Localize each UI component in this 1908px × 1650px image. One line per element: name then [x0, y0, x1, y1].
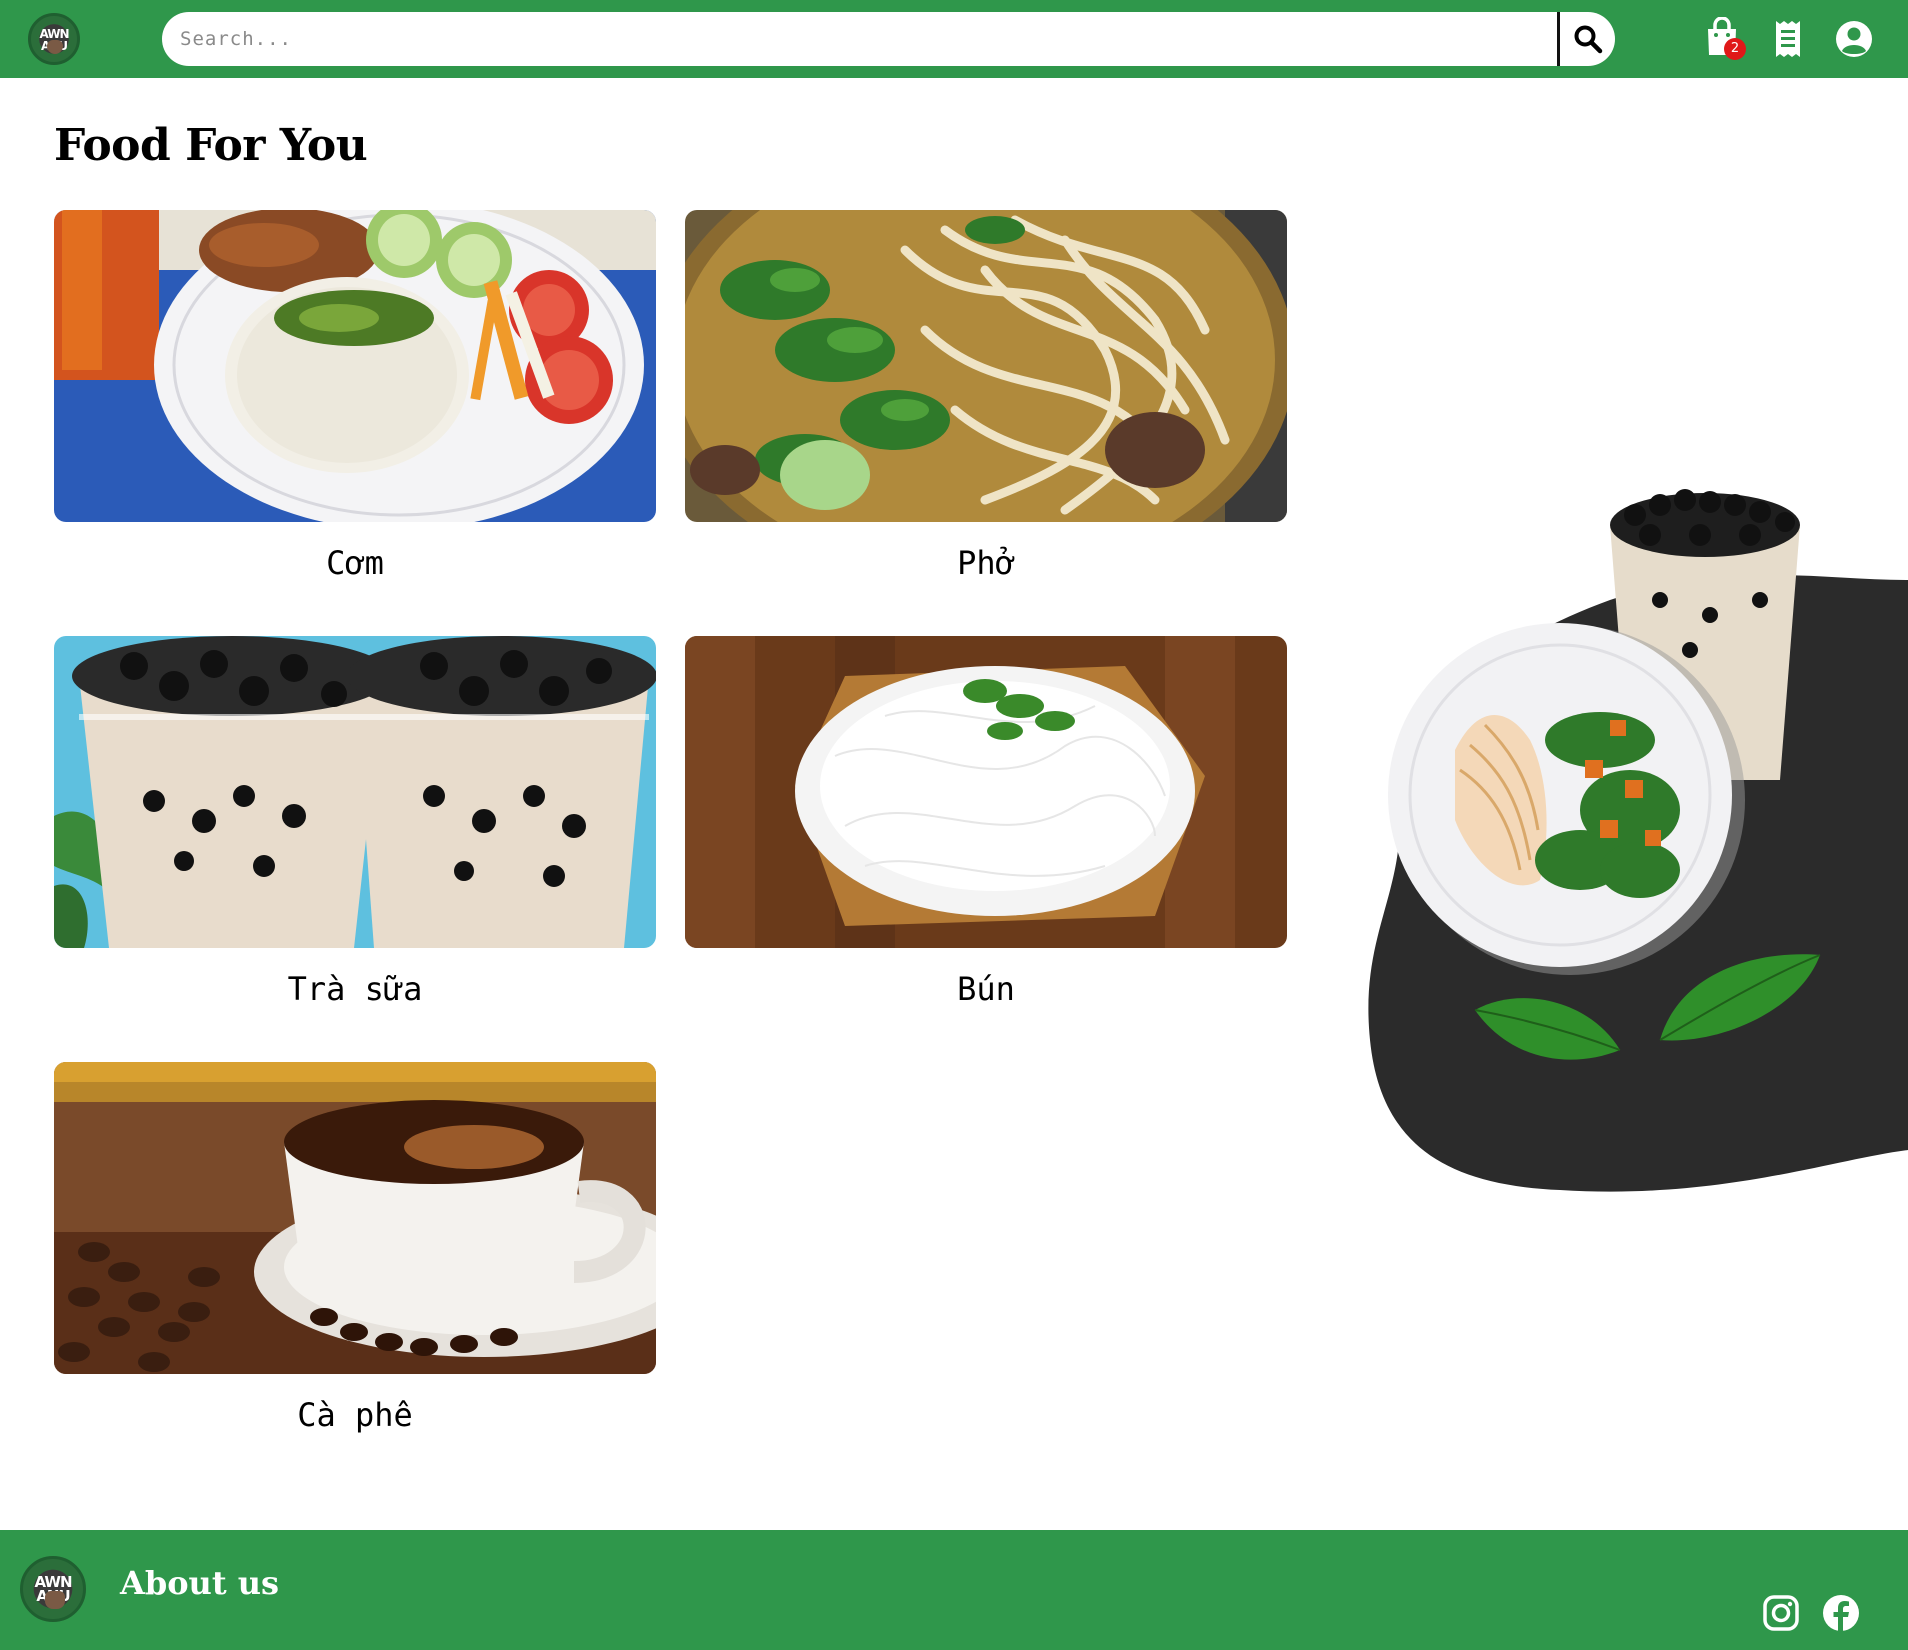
food-card-com[interactable]: Cơm	[54, 210, 656, 610]
logo-mascot	[45, 1591, 65, 1609]
search-button[interactable]	[1560, 12, 1615, 66]
food-card-pho[interactable]: Phở	[685, 210, 1287, 610]
search-icon	[1574, 25, 1602, 54]
food-label: Cà phê	[297, 1396, 413, 1434]
food-label: Cơm	[326, 544, 384, 582]
footer-logo[interactable]: AWN ANU	[20, 1556, 86, 1622]
hero-illustration	[1360, 480, 1908, 1200]
about-us-heading: About us	[120, 1564, 280, 1602]
orders-button[interactable]	[1768, 18, 1808, 60]
food-image-ca-phe	[54, 1062, 656, 1374]
food-image-bun	[685, 636, 1287, 948]
instagram-icon	[1763, 1595, 1799, 1631]
food-label: Trà sữa	[287, 970, 423, 1008]
brand-logo[interactable]: AWN ANU	[28, 13, 80, 65]
search-bar	[162, 12, 1615, 66]
instagram-link[interactable]	[1762, 1594, 1800, 1632]
search-input[interactable]	[162, 12, 1559, 66]
food-image-com	[54, 210, 656, 522]
food-image-pho	[685, 210, 1287, 522]
facebook-icon	[1823, 1595, 1859, 1631]
account-button[interactable]	[1834, 18, 1874, 60]
food-card-tra-sua[interactable]: Trà sữa	[54, 636, 656, 1036]
facebook-link[interactable]	[1822, 1594, 1860, 1632]
food-card-bun[interactable]: Bún	[685, 636, 1287, 1036]
food-label: Bún	[957, 970, 1015, 1008]
cart-count-badge: 2	[1724, 38, 1746, 60]
user-circle-icon	[1836, 21, 1872, 57]
page-title: Food For You	[54, 120, 368, 171]
food-image-tra-sua	[54, 636, 656, 948]
food-card-ca-phe[interactable]: Cà phê	[54, 1062, 656, 1462]
cart-button[interactable]: 2	[1702, 16, 1746, 60]
footer: AWN ANU About us	[0, 1530, 1908, 1650]
food-label: Phở	[957, 544, 1015, 582]
receipt-icon	[1776, 21, 1800, 57]
top-navbar: AWN ANU 2	[0, 0, 1908, 78]
